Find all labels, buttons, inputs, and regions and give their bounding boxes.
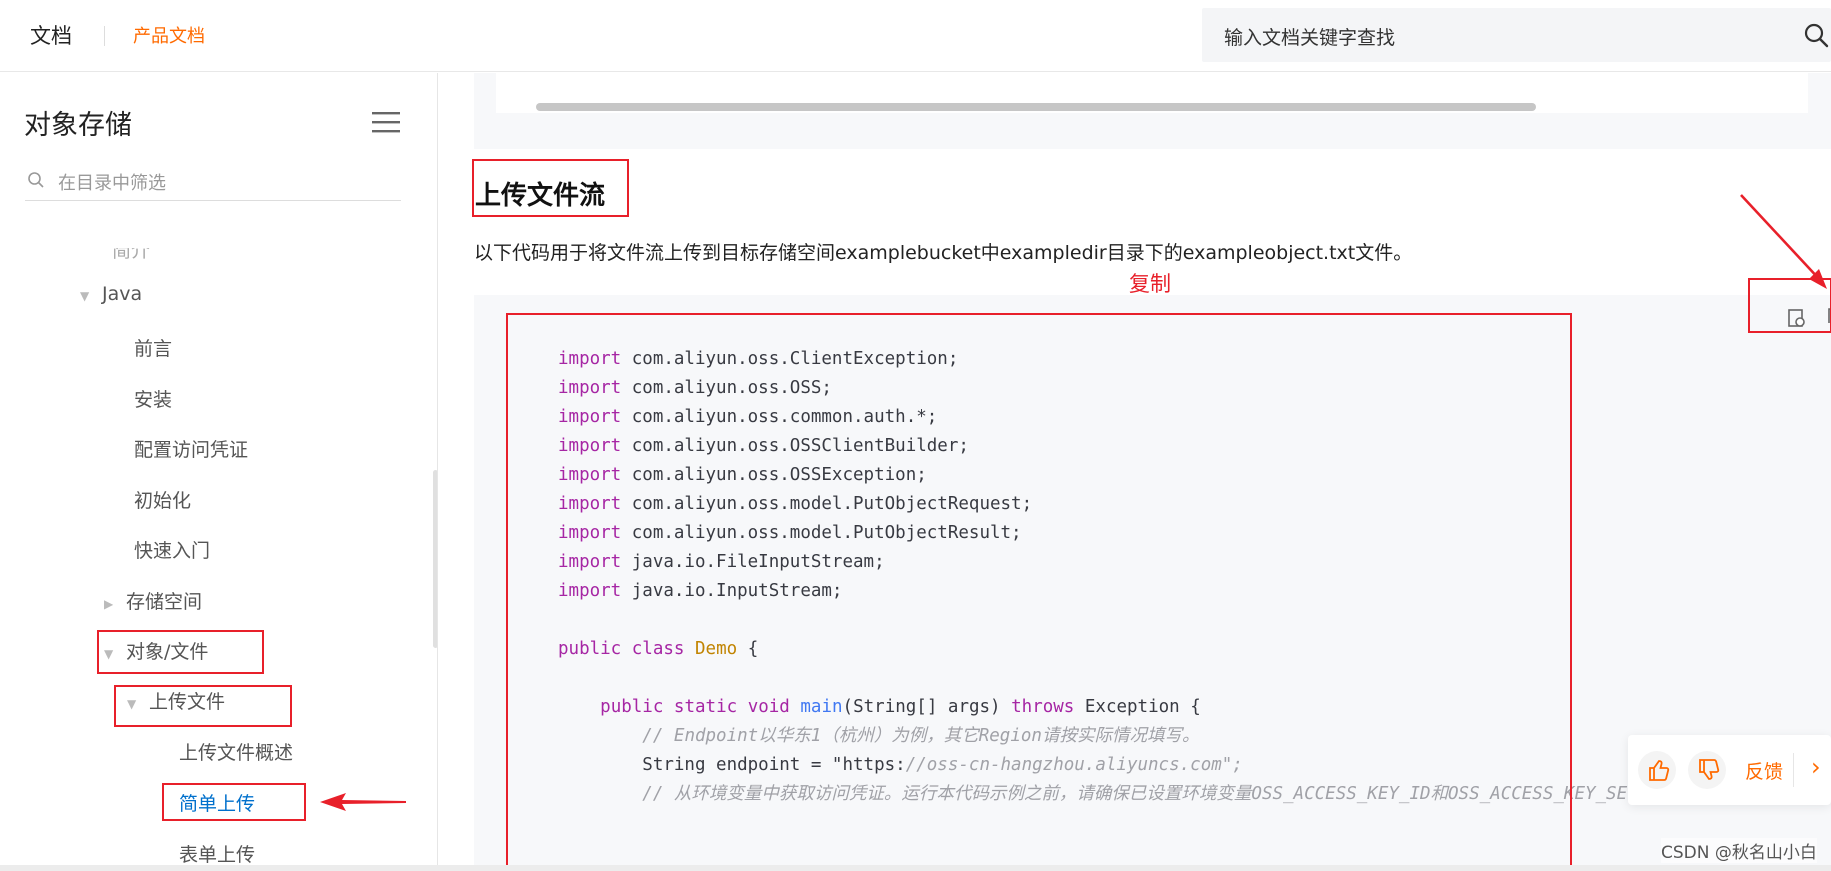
previous-code-block: [474, 73, 1831, 149]
sidebar-item-form-upload[interactable]: 表单上传: [179, 840, 255, 867]
sidebar-filter[interactable]: 在目录中筛选: [25, 161, 401, 201]
thumbs-down-button[interactable]: [1688, 751, 1726, 789]
watermark: CSDN @秋名山小白: [1661, 838, 1817, 863]
menu-icon[interactable]: [372, 110, 400, 134]
thumbs-up-icon: [1649, 760, 1670, 781]
thumbs-up-button[interactable]: [1638, 751, 1676, 789]
sidebar-item-install[interactable]: 安装: [134, 385, 172, 412]
sidebar-item-intro[interactable]: 简介: [112, 248, 150, 263]
sidebar-item-init[interactable]: 初始化: [134, 486, 191, 513]
sidebar: 对象存储 在目录中筛选 简介 ▼ Java 前言 安装 配置访问凭证 初始化 快速…: [0, 73, 438, 871]
sidebar-item-credentials[interactable]: 配置访问凭证: [134, 435, 248, 462]
section-description: 以下代码用于将文件流上传到目标存储空间examplebucket中example…: [474, 242, 1413, 264]
sidebar-item-quickstart[interactable]: 快速入门: [134, 536, 210, 563]
chevron-right-icon[interactable]: ›: [1811, 753, 1821, 781]
annotation-box-object: [97, 630, 264, 674]
bottom-scrollbar-track: [0, 865, 1831, 871]
search-input[interactable]: 输入文档关键字查找: [1224, 23, 1395, 50]
search-box[interactable]: 输入文档关键字查找: [1202, 8, 1831, 62]
annotation-box-code: [506, 313, 1572, 871]
top-bar: 文档 产品文档 输入文档关键字查找: [0, 0, 1831, 72]
annotation-box-simple-upload: [162, 783, 306, 821]
thumbs-down-icon: [1699, 759, 1720, 780]
caret-down-icon: ▼: [80, 289, 90, 303]
sidebar-item-preface[interactable]: 前言: [134, 334, 172, 361]
sidebar-item-java[interactable]: ▼ Java: [80, 283, 142, 305]
annotation-box-upload: [114, 685, 292, 727]
annotation-arrow-left-icon: [320, 793, 406, 811]
sidebar-item-upload-overview[interactable]: 上传文件概述: [179, 738, 293, 765]
header-divider: [104, 26, 105, 46]
caret-right-icon: ▶: [104, 597, 114, 611]
search-icon[interactable]: [1803, 22, 1829, 48]
annotation-copy-label: 复制: [1129, 272, 1171, 296]
feedback-divider: [1793, 753, 1794, 787]
sidebar-title: 对象存储: [24, 110, 132, 141]
sidebar-item-bucket[interactable]: ▶ 存储空间: [104, 587, 202, 614]
main-content: 上传文件流 以下代码用于将文件流上传到目标存储空间examplebucket中e…: [439, 73, 1831, 871]
filter-search-icon: [28, 172, 44, 188]
annotation-box-heading: [472, 159, 629, 217]
docs-brand-link[interactable]: 文档: [30, 20, 72, 50]
feedback-widget: 反馈 ›: [1628, 735, 1831, 805]
sidebar-filter-input[interactable]: 在目录中筛选: [58, 169, 166, 195]
feedback-link[interactable]: 反馈: [1745, 757, 1783, 784]
annotation-arrow-down-icon: [1740, 194, 1827, 289]
code-horizontal-scrollbar[interactable]: [536, 103, 1536, 111]
product-docs-link[interactable]: 产品文档: [133, 22, 205, 48]
sidebar-scrollbar[interactable]: [433, 470, 437, 648]
